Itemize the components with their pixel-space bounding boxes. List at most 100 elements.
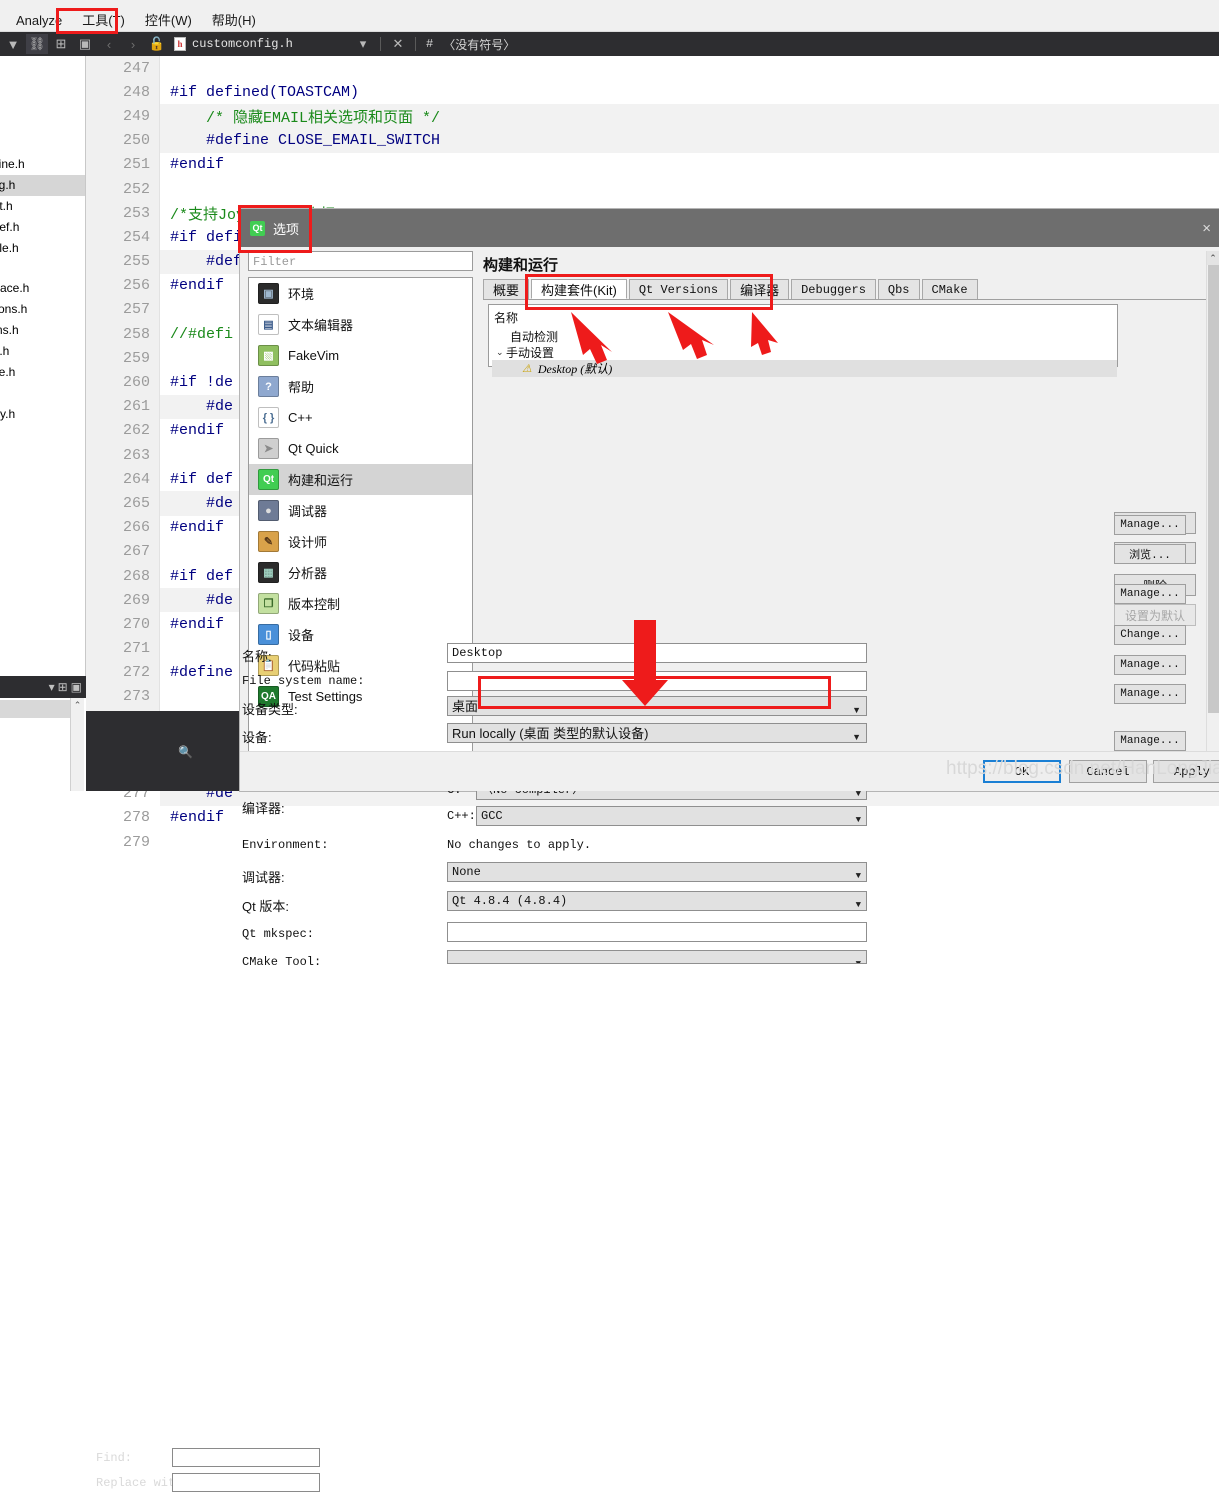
fsname-input[interactable]: [447, 671, 867, 691]
sidebar-scrollbar[interactable]: ⌃: [70, 698, 84, 791]
replace-input[interactable]: [172, 1473, 320, 1492]
menu-item-3[interactable]: 帮助(H): [202, 11, 266, 31]
device-manage-button[interactable]: Manage...: [1114, 515, 1186, 535]
filter-icon[interactable]: ▼: [2, 34, 24, 54]
file-list-item[interactable]: ace.h: [0, 362, 85, 383]
qtversion-select[interactable]: Qt 4.8.4 (4.8.4) ▼: [447, 891, 867, 911]
kit-item-desktop[interactable]: ⚠ Desktop (默认): [492, 360, 1117, 377]
file-list-item[interactable]: lefine.h: [0, 154, 85, 175]
braces-icon: { }: [258, 407, 279, 428]
scroll-thumb[interactable]: [1208, 265, 1219, 713]
file-list-item[interactable]: r.h: [0, 383, 85, 404]
menu-item-1[interactable]: 工具(T): [72, 11, 135, 31]
sysroot-browse-button[interactable]: 浏览...: [1114, 544, 1186, 564]
lock-icon[interactable]: 🔓: [146, 34, 168, 54]
debugger-select[interactable]: None ▼: [447, 862, 867, 882]
tab-4[interactable]: Debuggers: [791, 279, 876, 299]
file-list-item[interactable]: edef.h: [0, 217, 85, 238]
code-line[interactable]: 251#endif: [160, 153, 1219, 177]
split-icon[interactable]: ⊞: [50, 34, 72, 54]
category-item-11[interactable]: ▯设备: [249, 619, 472, 650]
code-line[interactable]: 249 /* 隐藏EMAIL相关选项和页面 */: [160, 104, 1219, 128]
open-file-name: customconfig.h: [192, 37, 293, 51]
category-label: 版本控制: [288, 594, 340, 613]
tab-6[interactable]: CMake: [922, 279, 978, 299]
code-line[interactable]: 250 #define CLOSE_EMAIL_SWITCH: [160, 129, 1219, 153]
code-line[interactable]: 252: [160, 177, 1219, 201]
chevron-down-icon[interactable]: ⌄: [496, 347, 506, 358]
menu-item-0[interactable]: Analyze: [6, 11, 72, 31]
tab-bar[interactable]: 概要构建套件(Kit)Qt Versions编译器DebuggersQbsCMa…: [483, 279, 1219, 300]
open-file-combo[interactable]: h customconfig.h: [170, 34, 350, 54]
code-line[interactable]: 248#if defined(TOASTCAM): [160, 80, 1219, 104]
file-list-item[interactable]: ctions.h: [0, 299, 85, 320]
dialog-titlebar: Qt 选项 ×: [240, 209, 1219, 247]
category-label: 调试器: [288, 501, 327, 520]
tab-5[interactable]: Qbs: [878, 279, 920, 299]
category-item-10[interactable]: ❐版本控制: [249, 588, 472, 619]
file-list-item[interactable]: erface.h: [0, 278, 85, 299]
category-label: 文本编辑器: [288, 315, 353, 334]
kit-group-auto-detect[interactable]: 自动检测: [492, 328, 1117, 344]
category-item-2[interactable]: ▧FakeVim: [249, 340, 472, 371]
fakevim-icon: ▧: [258, 345, 279, 366]
filter-input[interactable]: Filter: [248, 251, 473, 271]
sidebar-window-icon[interactable]: ▣: [71, 680, 82, 694]
symbol-selector[interactable]: 〈没有符号〉: [439, 36, 519, 53]
close-icon[interactable]: ×: [1202, 220, 1211, 237]
file-list-item[interactable]: able.h: [0, 238, 85, 259]
file-list-item[interactable]: tory.h: [0, 404, 85, 425]
scroll-up-icon[interactable]: ⌃: [71, 698, 84, 712]
debugger-manage-button[interactable]: Manage...: [1114, 655, 1186, 675]
mkspec-input[interactable]: [447, 922, 867, 942]
file-list-item[interactable]: ent.h: [0, 196, 85, 217]
window-icon[interactable]: ▣: [74, 34, 96, 54]
tab-3[interactable]: 编译器: [730, 279, 789, 299]
chevron-down-icon[interactable]: ▾: [352, 34, 374, 54]
category-item-5[interactable]: ➤Qt Quick: [249, 433, 472, 464]
environment-change-button[interactable]: Change...: [1114, 625, 1186, 645]
category-item-0[interactable]: ▣环境: [249, 278, 472, 309]
cmaketool-select[interactable]: ▼: [447, 950, 867, 964]
tab-2[interactable]: Qt Versions: [629, 279, 728, 299]
sidebar-chevron-icon[interactable]: ▾: [49, 680, 55, 694]
menu-item-2[interactable]: 控件(W): [135, 11, 202, 31]
debugger-value: None: [452, 865, 481, 879]
category-item-7[interactable]: ● 调试器: [249, 495, 472, 526]
compiler-manage-button[interactable]: Manage...: [1114, 584, 1186, 604]
sidebar-split-icon[interactable]: ⊞: [58, 680, 68, 694]
close-file-icon[interactable]: ✕: [387, 34, 409, 54]
category-item-4[interactable]: { }C++: [249, 402, 472, 433]
device-select[interactable]: Run locally (桌面 类型的默认设备) ▼: [447, 723, 867, 743]
qtversion-manage-button[interactable]: Manage...: [1114, 684, 1186, 704]
scroll-up-icon[interactable]: ⌃: [1207, 251, 1219, 265]
file-list-gap: [0, 259, 85, 278]
category-item-6[interactable]: Qt构建和运行: [249, 464, 472, 495]
file-list-item[interactable]: ams.h: [0, 320, 85, 341]
tab-1[interactable]: 构建套件(Kit): [531, 279, 627, 299]
tab-0[interactable]: 概要: [483, 279, 529, 299]
name-input[interactable]: Desktop: [447, 643, 867, 663]
kit-tree[interactable]: 名称 自动检测 ⌄ 手动设置 ⚠ Desktop (默认): [488, 304, 1118, 367]
compiler-cpp-select[interactable]: GCC ▼: [476, 806, 867, 826]
find-input[interactable]: [172, 1448, 320, 1467]
chevron-down-icon: ▼: [856, 812, 861, 829]
bug-icon: ●: [258, 500, 279, 521]
link-icon[interactable]: ⛓: [26, 34, 48, 54]
category-item-8[interactable]: ✎设计师: [249, 526, 472, 557]
category-item-9[interactable]: ▦分析器: [249, 557, 472, 588]
kit-group-manual[interactable]: ⌄ 手动设置: [492, 344, 1117, 360]
file-list-item[interactable]: nfig.h: [0, 175, 85, 196]
back-icon[interactable]: ‹: [98, 34, 120, 54]
category-item-1[interactable]: ▤文本编辑器: [249, 309, 472, 340]
pane-scrollbar[interactable]: ⌃: [1206, 251, 1219, 791]
cmake-manage-button[interactable]: Manage...: [1114, 731, 1186, 751]
file-sidebar[interactable]: lefine.hnfig.hent.hedef.hable.h erface.hc…: [0, 56, 86, 676]
forward-icon[interactable]: ›: [122, 34, 144, 54]
code-line[interactable]: 247: [160, 56, 1219, 80]
kit-tree-header: 名称: [492, 308, 1117, 328]
sidebar-selected-row[interactable]: [0, 700, 70, 718]
devicetype-select[interactable]: 桌面 ▼: [447, 696, 867, 716]
category-item-3[interactable]: ?帮助: [249, 371, 472, 402]
file-list-item[interactable]: ter.h: [0, 341, 85, 362]
